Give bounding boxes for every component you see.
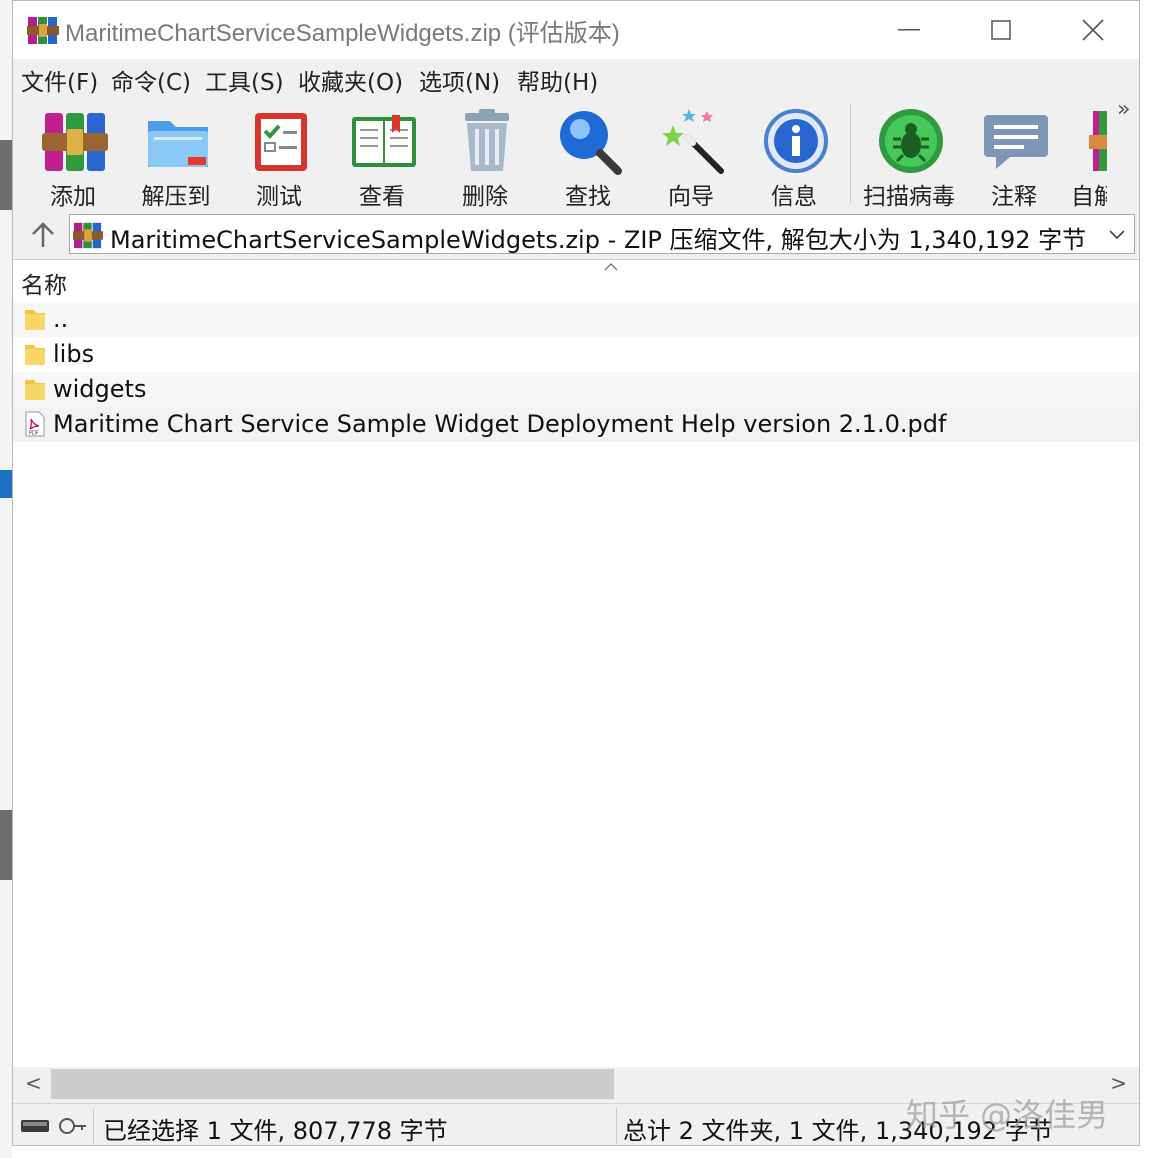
address-row: MaritimeChartServiceSampleWidgets.zip - …: [13, 213, 1139, 257]
archive-icon: [73, 222, 103, 249]
list-item[interactable]: PDF Maritime Chart Service Sample Widget…: [13, 407, 1139, 442]
drive-key-icon[interactable]: [19, 1112, 89, 1138]
view-book-icon: [352, 115, 416, 167]
extract-to-button-label: 解压到: [141, 184, 211, 210]
title-bar[interactable]: MaritimeChartServiceSampleWidgets.zip (评…: [13, 1, 1139, 59]
comment-bubble-icon: [984, 115, 1048, 169]
minimize-button[interactable]: [863, 1, 955, 59]
background-block: [0, 470, 12, 498]
list-item-name: widgets: [53, 375, 147, 403]
sfx-button[interactable]: 自解: [1067, 103, 1107, 211]
virus-scan-button[interactable]: 扫描病毒: [859, 103, 959, 211]
folder-icon: [25, 345, 45, 365]
comment-button-label: 注释: [991, 184, 1037, 210]
add-archive-icon: [42, 113, 108, 171]
close-button[interactable]: [1047, 1, 1139, 59]
watermark: 知乎 @洛佳男: [906, 1096, 1109, 1134]
list-item[interactable]: libs: [13, 337, 1139, 372]
folder-icon: [25, 310, 45, 330]
window-title: MaritimeChartServiceSampleWidgets.zip (评…: [65, 20, 620, 47]
chevron-down-icon[interactable]: [1108, 229, 1126, 241]
list-item-name: ..: [53, 305, 69, 333]
toolbar: 添加 解压到 测试 查看 删除 查找 向导 信息 扫描病毒 注释 自 »: [13, 97, 1139, 213]
magic-wand-icon: [662, 109, 724, 174]
info-icon: [764, 109, 828, 173]
menu-favorites[interactable]: 收藏夹(O): [298, 63, 403, 97]
list-item[interactable]: ..: [13, 302, 1139, 337]
view-button[interactable]: 查看: [332, 103, 432, 211]
menu-options[interactable]: 选项(N): [419, 63, 500, 97]
virus-scan-button-label: 扫描病毒: [863, 184, 955, 210]
sfx-button-label: 自解: [1071, 184, 1107, 210]
scroll-right-arrow[interactable]: >: [1110, 1071, 1127, 1095]
virus-scan-bug-icon: [879, 109, 943, 173]
background-block: [0, 140, 12, 210]
status-selected: 已经选择 1 文件, 807,778 字节: [103, 1117, 448, 1145]
background-window-edge: [0, 0, 12, 1158]
pdf-file-icon: PDF: [25, 411, 45, 437]
maximize-button[interactable]: [955, 1, 1047, 59]
column-header-name[interactable]: 名称: [13, 260, 1139, 299]
status-divider: [93, 1108, 94, 1144]
scroll-left-arrow[interactable]: <: [25, 1071, 42, 1095]
menu-bar: 文件(F) 命令(C) 工具(S) 收藏夹(O) 选项(N) 帮助(H): [13, 59, 1139, 99]
svg-text:PDF: PDF: [29, 431, 39, 437]
delete-button[interactable]: 删除: [435, 103, 535, 211]
toolbar-more-button[interactable]: »: [1117, 97, 1130, 122]
add-button[interactable]: 添加: [23, 103, 123, 211]
column-header-label: 名称: [21, 273, 67, 299]
trash-icon: [465, 109, 509, 171]
delete-button-label: 删除: [462, 184, 508, 210]
sort-ascending-icon: [604, 263, 618, 271]
magnifier-icon: [560, 111, 622, 175]
find-button[interactable]: 查找: [538, 103, 638, 211]
view-button-label: 查看: [359, 184, 405, 210]
menu-help[interactable]: 帮助(H): [517, 63, 598, 97]
minimize-icon: [898, 29, 920, 31]
test-button-label: 测试: [256, 184, 302, 210]
background-block: [0, 810, 12, 880]
menu-tools[interactable]: 工具(S): [205, 63, 284, 97]
test-checklist-icon: [255, 113, 307, 171]
address-text: MaritimeChartServiceSampleWidgets.zip - …: [110, 226, 1087, 254]
comment-button[interactable]: 注释: [964, 103, 1064, 211]
extract-folder-icon: [148, 121, 208, 167]
menu-file[interactable]: 文件(F): [21, 63, 98, 97]
sfx-icon: [1089, 111, 1107, 171]
menu-commands[interactable]: 命令(C): [111, 63, 191, 97]
up-arrow-icon[interactable]: [27, 219, 59, 251]
find-button-label: 查找: [565, 184, 611, 210]
toolbar-separator: [850, 105, 851, 203]
list-item-name: Maritime Chart Service Sample Widget Dep…: [53, 410, 947, 438]
wizard-button[interactable]: 向导: [641, 103, 741, 211]
list-item-name: libs: [53, 340, 95, 368]
extract-to-button[interactable]: 解压到: [126, 103, 226, 211]
status-divider: [616, 1108, 617, 1144]
info-button[interactable]: 信息: [744, 103, 844, 211]
test-button[interactable]: 测试: [229, 103, 329, 211]
maximize-icon: [991, 20, 1011, 40]
file-list: 名称 .. libs widgets PDF Maritime Chart Se…: [13, 259, 1139, 1068]
add-button-label: 添加: [50, 184, 96, 210]
info-button-label: 信息: [771, 184, 817, 210]
wizard-button-label: 向导: [668, 184, 714, 210]
address-bar[interactable]: MaritimeChartServiceSampleWidgets.zip - …: [69, 214, 1135, 254]
scrollbar-thumb[interactable]: [51, 1069, 614, 1099]
list-item[interactable]: widgets: [13, 372, 1139, 407]
winrar-app-icon: [27, 17, 59, 44]
winrar-window: MaritimeChartServiceSampleWidgets.zip (评…: [12, 0, 1140, 1146]
close-icon: [1082, 19, 1104, 41]
folder-icon: [25, 380, 45, 400]
